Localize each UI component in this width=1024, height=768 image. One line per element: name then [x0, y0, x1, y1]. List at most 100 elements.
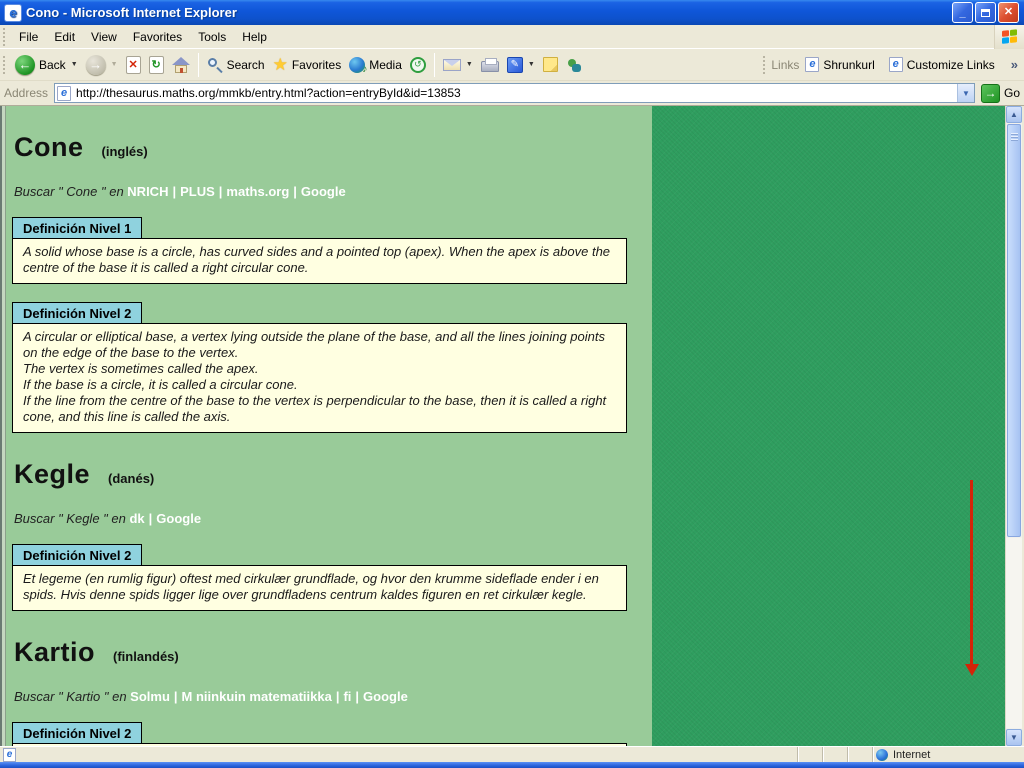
menu-item-edit[interactable]: Edit: [46, 27, 83, 47]
search-link-google[interactable]: Google: [156, 511, 201, 526]
term-language: (finlandés): [113, 649, 179, 664]
toolbar-grip[interactable]: [763, 55, 768, 74]
chevron-more-icon[interactable]: »: [1009, 57, 1024, 72]
search-link-solmu[interactable]: Solmu: [130, 689, 170, 704]
search-separator: |: [173, 689, 178, 704]
status-bar: e Internet: [0, 746, 1024, 762]
scrollbar-track[interactable]: [1006, 538, 1022, 728]
search-link-dk[interactable]: dk: [129, 511, 144, 526]
search-label: Search: [226, 57, 265, 72]
edit-dropdown-icon[interactable]: ▼: [528, 61, 535, 68]
back-button[interactable]: ← Back ▼: [11, 53, 82, 77]
term-title: Kegle: [14, 459, 91, 489]
search-link-nrich[interactable]: NRICH: [127, 184, 168, 199]
definition-text-line: If the line from the centre of the base …: [23, 393, 607, 424]
search-button[interactable]: Search: [203, 55, 269, 75]
search-separator: |: [293, 184, 297, 199]
browser-window: e Cono - Microsoft Internet Explorer _ ✕…: [0, 0, 1024, 768]
vertical-scrollbar[interactable]: ▲ ▼: [1005, 106, 1022, 746]
mail-icon: [442, 58, 461, 71]
definition-text-line: The vertex is sometimes called the apex.: [23, 361, 259, 376]
menu-item-file[interactable]: File: [11, 27, 46, 47]
search-link-plus[interactable]: PLUS: [180, 184, 215, 199]
definition-text-line: A solid whose base is a circle, has curv…: [23, 244, 611, 275]
link-items: e Shrunkurl e Customize Links: [805, 57, 1008, 72]
history-button[interactable]: ↺: [406, 55, 430, 75]
menu-item-favorites[interactable]: Favorites: [125, 27, 190, 47]
print-button[interactable]: [477, 55, 503, 74]
media-button[interactable]: ♪ Media: [345, 55, 406, 75]
search-link-m-niinkuin-matematiikka[interactable]: M niinkuin matematiikka: [182, 689, 332, 704]
browser-viewport: Cone (inglés) Buscar " Cone " en NRICH | PLU…: [0, 106, 1024, 746]
menu-item-view[interactable]: View: [83, 27, 125, 47]
url-input[interactable]: [76, 86, 957, 100]
menu-item-tools[interactable]: Tools: [190, 27, 234, 47]
edit-button[interactable]: ✎ ▼: [503, 55, 539, 75]
forward-button[interactable]: → ▼: [82, 53, 122, 77]
forward-dropdown-icon[interactable]: ▼: [111, 61, 118, 68]
ie-logo-icon: e: [5, 4, 21, 21]
search-separator: |: [218, 184, 223, 199]
go-button[interactable]: → Go: [980, 83, 1020, 103]
refresh-button[interactable]: ↻: [145, 54, 168, 76]
search-prefix: Buscar " Cone " en: [14, 184, 128, 199]
search-link-maths-org[interactable]: maths.org: [226, 184, 289, 199]
definition-box: A circular or elliptical base, a vertex …: [12, 323, 627, 433]
favorites-label: Favorites: [291, 57, 342, 72]
media-globe-icon: ♪: [349, 56, 367, 75]
home-button[interactable]: [168, 54, 194, 76]
windows-flag-icon: [1001, 28, 1018, 45]
minimize-button[interactable]: _: [952, 2, 973, 23]
search-separator: |: [355, 689, 360, 704]
discuss-button[interactable]: [539, 55, 562, 74]
title-bar: e Cono - Microsoft Internet Explorer _ ✕: [0, 0, 1024, 25]
windows-logo: [994, 24, 1024, 49]
back-icon: ←: [15, 54, 35, 75]
entry-section-cone: Cone (inglés) Buscar " Cone " en NRICH | PLU…: [6, 132, 652, 433]
address-dropdown-icon[interactable]: ▼: [956, 84, 974, 102]
status-main-pane: e: [0, 747, 797, 762]
messenger-button[interactable]: [562, 55, 586, 75]
definition-level-tab: Definición Nivel 2: [12, 302, 143, 323]
scroll-up-button[interactable]: ▲: [1006, 106, 1022, 123]
scroll-down-button[interactable]: ▼: [1006, 729, 1022, 746]
status-pane: [847, 747, 872, 762]
address-field[interactable]: e ▼: [54, 83, 975, 103]
page-side-panel: [652, 106, 1005, 746]
links-bar-item[interactable]: e Customize Links: [888, 57, 995, 72]
stop-button[interactable]: ✕: [122, 54, 145, 76]
status-pane: [797, 747, 822, 762]
red-down-arrow: [965, 480, 979, 676]
close-button[interactable]: ✕: [998, 2, 1019, 23]
minimize-icon: _: [959, 7, 966, 19]
definition-level-tab: Definición Nivel 2: [12, 544, 143, 565]
menu-item-help[interactable]: Help: [234, 27, 275, 47]
search-separator: |: [148, 511, 153, 526]
link-page-icon: e: [805, 57, 820, 72]
back-dropdown-icon[interactable]: ▼: [71, 61, 78, 68]
term-language: (danés): [108, 471, 155, 486]
search-icon: [207, 57, 223, 73]
links-label: Links: [771, 57, 800, 72]
search-prefix: Buscar " Kegle " en: [14, 511, 130, 526]
search-link-google[interactable]: Google: [301, 184, 346, 199]
entry-section-kartio: Kartio (finlandés) Buscar " Kartio " en So…: [6, 637, 652, 746]
search-link-google[interactable]: Google: [363, 689, 408, 704]
stop-icon: ✕: [125, 55, 141, 74]
favorites-button[interactable]: ★ Favorites: [269, 54, 346, 75]
history-icon: ↺: [409, 56, 426, 73]
go-label: Go: [1003, 86, 1020, 100]
definition-box: Et legeme (en rumlig figur) oftest med c…: [12, 565, 627, 611]
links-bar-item[interactable]: e Shrunkurl: [805, 57, 875, 72]
mail-button[interactable]: ▼: [439, 57, 477, 73]
standard-toolbar: ← Back ▼ → ▼ ✕ ↻ Search ★ Favorites ♪ Me…: [0, 49, 1024, 81]
toolbar-grip[interactable]: [3, 27, 8, 46]
edit-icon: ✎: [506, 56, 523, 73]
restore-button[interactable]: [975, 2, 996, 23]
search-prefix: Buscar " Kartio " en: [14, 689, 131, 704]
toolbar-grip[interactable]: [3, 55, 8, 74]
taskbar-edge: [0, 762, 1024, 768]
mail-dropdown-icon[interactable]: ▼: [466, 61, 473, 68]
definition-box: A solid whose base is a circle, has curv…: [12, 238, 627, 284]
scrollbar-thumb[interactable]: [1007, 124, 1021, 537]
